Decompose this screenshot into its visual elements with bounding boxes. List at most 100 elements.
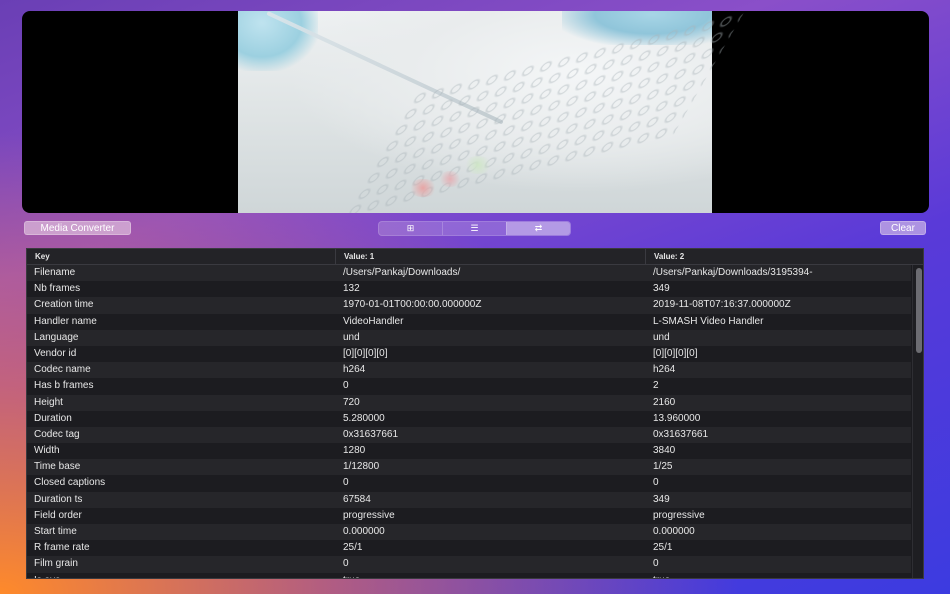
table-row[interactable]: Film grain 0 0	[27, 556, 911, 573]
row-value2: 2160	[653, 396, 676, 408]
row-value1: progressive	[343, 509, 395, 521]
row-key: Codec tag	[34, 428, 80, 440]
row-key: Height	[34, 396, 63, 408]
row-key: Nb frames	[34, 283, 81, 295]
row-value1: 1/12800	[343, 461, 380, 473]
clear-button[interactable]: Clear	[880, 221, 926, 235]
view-grid-button[interactable]: ⊞	[379, 222, 442, 235]
row-key: Film grain	[34, 558, 78, 570]
scrollbar-thumb[interactable]	[916, 268, 922, 353]
row-value1: h264	[343, 364, 366, 376]
table-row[interactable]: Language und und	[27, 329, 911, 346]
row-value2: 0x31637661	[653, 428, 709, 440]
row-key: Vendor id	[34, 347, 77, 359]
row-value2: 0	[653, 477, 659, 489]
row-value1: 720	[343, 396, 360, 408]
view-compare-button[interactable]: ⇄	[506, 222, 570, 235]
row-key: Creation time	[34, 299, 94, 311]
row-value2: 0.000000	[653, 526, 695, 537]
table-row[interactable]: Vendor id [0][0][0][0] [0][0][0][0]	[27, 345, 911, 363]
table-row[interactable]: Codec name h264 h264	[27, 362, 911, 379]
row-key: Duration	[34, 412, 72, 424]
list-icon: ☰	[470, 223, 479, 233]
row-key: Closed captions	[34, 477, 106, 489]
table-row[interactable]: Height 720 2160	[27, 394, 911, 411]
row-value1: 0x31637661	[343, 428, 399, 440]
row-value2: /Users/Pankaj/Downloads/3195394-	[653, 267, 813, 278]
row-value2: h264	[653, 364, 676, 376]
row-value2: 1/25	[653, 461, 673, 473]
row-key: Start time	[34, 526, 77, 537]
row-key: Width	[34, 445, 60, 457]
table-row[interactable]: Width 1280 3840	[27, 443, 911, 460]
table-row[interactable]: Codec tag 0x31637661 0x31637661	[27, 426, 911, 444]
row-value1: 0	[343, 380, 349, 392]
row-key: Duration ts	[34, 493, 83, 505]
column-header-value1[interactable]: Value: 1	[335, 249, 645, 265]
table-row[interactable]: R frame rate 25/1 25/1	[27, 540, 911, 557]
table-row[interactable]: Has b frames 0 2	[27, 378, 911, 395]
row-key: Language	[34, 331, 79, 343]
row-key: R frame rate	[34, 542, 90, 554]
sample-drop	[408, 179, 438, 197]
row-value1: 1280	[343, 445, 366, 457]
row-value2: [0][0][0][0]	[653, 347, 698, 359]
row-value1: 132	[343, 283, 360, 295]
grid-icon: ⊞	[406, 223, 415, 233]
table-body: Filename/Users/Pankaj/Downloads/ /Users/P…	[27, 265, 911, 578]
row-value2: 2019-11-08T07:16:37.000000Z	[653, 299, 791, 311]
table-row[interactable]: Filename/Users/Pankaj/Downloads/ /Users/P…	[27, 265, 911, 282]
well-plate-image	[340, 11, 746, 213]
sample-drop	[463, 156, 493, 174]
row-key: Is avc	[34, 573, 334, 578]
media-converter-button[interactable]: Media Converter	[24, 221, 131, 235]
table-row[interactable]: Duration ts 67584 349	[27, 491, 911, 508]
row-value1: und	[343, 331, 360, 343]
video-preview[interactable]	[22, 11, 929, 213]
row-key: Filename	[34, 267, 76, 278]
row-key: Handler name	[34, 315, 97, 327]
row-value2: 25/1	[653, 542, 673, 554]
table-row[interactable]: Closed captions 0 0	[27, 475, 911, 492]
row-value1: true	[343, 573, 643, 578]
table-row[interactable]: Is avc true true	[27, 572, 911, 578]
row-key: Field order	[34, 509, 82, 521]
table-scrollbar[interactable]	[912, 265, 923, 578]
row-key: Has b frames	[34, 380, 94, 392]
table-header: Key Value: 1 Value: 2	[27, 249, 923, 265]
sample-drop	[438, 171, 462, 187]
row-value1: 5.280000	[343, 412, 385, 424]
metadata-table: Key Value: 1 Value: 2 Filename/Users/Pan…	[26, 248, 924, 579]
table-row[interactable]: Creation time 1970-01-01T00:00:00.000000Z…	[27, 297, 911, 314]
row-value2: L-SMASH Video Handler	[653, 315, 764, 327]
row-value2: 0	[653, 558, 659, 570]
row-value2: 349	[653, 283, 670, 295]
view-list-button[interactable]: ☰	[442, 222, 506, 235]
view-mode-switcher[interactable]: ⊞ ☰ ⇄	[378, 221, 571, 236]
row-value2: 3840	[653, 445, 676, 457]
row-value1: 0.000000	[343, 526, 385, 537]
row-value1: VideoHandler	[343, 315, 404, 327]
table-row[interactable]: Handler name VideoHandler L-SMASH Video Ha…	[27, 313, 911, 330]
table-row[interactable]: Start time 0.000000 0.000000	[27, 524, 911, 541]
table-row[interactable]: Field order progressive progressive	[27, 507, 911, 524]
row-value1: 0	[343, 477, 349, 489]
row-value2: 2	[653, 380, 659, 392]
row-value1: 25/1	[343, 542, 363, 554]
column-header-value2[interactable]: Value: 2	[645, 249, 911, 265]
table-row[interactable]: Nb frames 132 349	[27, 281, 911, 298]
row-value2: progressive	[653, 509, 705, 521]
table-row[interactable]: Duration 5.280000 13.960000	[27, 410, 911, 427]
row-value2: true	[653, 573, 909, 578]
row-value1: [0][0][0][0]	[343, 347, 388, 359]
row-key: Time base	[34, 461, 81, 473]
row-value1: /Users/Pankaj/Downloads/	[343, 267, 461, 278]
compare-icon: ⇄	[534, 223, 543, 233]
column-header-key[interactable]: Key	[27, 249, 335, 265]
row-value2: und	[653, 331, 670, 343]
row-value2: 13.960000	[653, 412, 701, 424]
table-row[interactable]: Time base 1/12800 1/25	[27, 459, 911, 476]
video-frame	[238, 11, 746, 213]
row-value1: 67584	[343, 493, 371, 505]
row-value1: 1970-01-01T00:00:00.000000Z	[343, 299, 482, 311]
